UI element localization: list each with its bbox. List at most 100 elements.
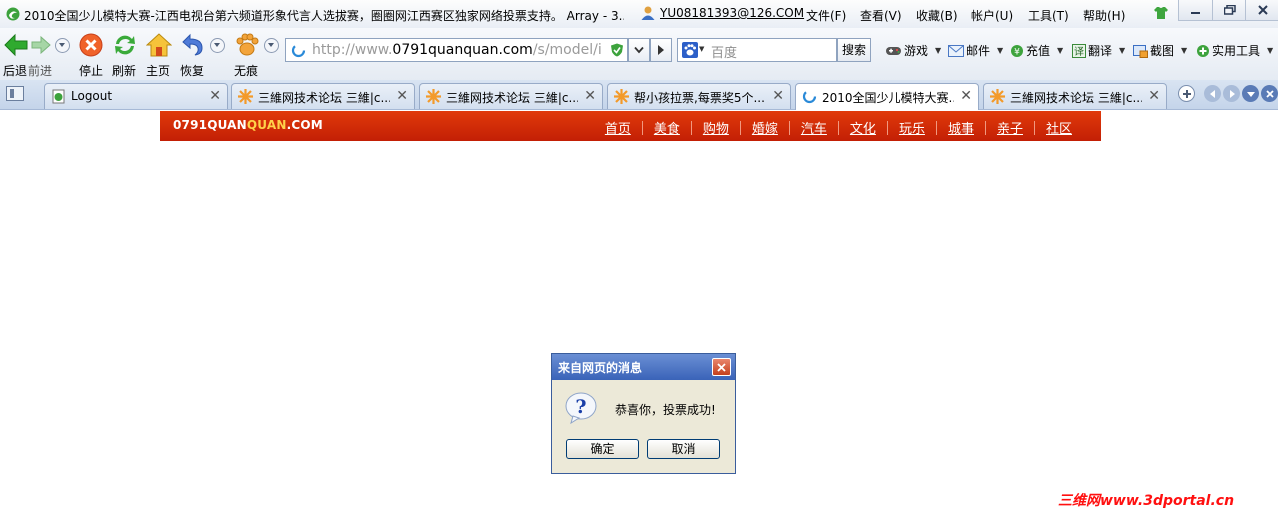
tab-label: 三維网技术论坛 三維|c... bbox=[258, 91, 390, 105]
forward-button[interactable]: 前进 bbox=[28, 32, 52, 78]
translate-menu[interactable]: 译 翻译 ▼ bbox=[1072, 42, 1125, 59]
new-tab-button[interactable] bbox=[1178, 85, 1195, 102]
url-text[interactable]: http://www.0791quanquan.com/s/model/inde… bbox=[312, 42, 602, 58]
nav-wedding[interactable]: 婚嫁 bbox=[741, 118, 789, 137]
screenshot-menu[interactable]: 截图 ▼ bbox=[1133, 42, 1187, 59]
site-logo[interactable]: 0791QUANQUAN.COM bbox=[173, 118, 323, 132]
nav-fun[interactable]: 玩乐 bbox=[888, 118, 936, 137]
forum-favicon-icon bbox=[238, 89, 253, 104]
restore-dropdown[interactable] bbox=[210, 38, 225, 53]
baidu-paw-icon[interactable] bbox=[682, 42, 698, 58]
tab-forum-1[interactable]: 三維网技术论坛 三維|c... ✕ bbox=[231, 83, 415, 109]
chevron-down-icon bbox=[1246, 91, 1255, 97]
chevron-right-icon bbox=[1229, 89, 1235, 98]
user-account-link[interactable]: YU08181393@126.COM bbox=[660, 6, 804, 20]
mail-icon bbox=[948, 44, 964, 57]
coin-icon: ¥ bbox=[1011, 44, 1023, 57]
dialog-close-button[interactable] bbox=[712, 358, 731, 376]
menu-account[interactable]: 帐户(U) bbox=[971, 7, 1013, 24]
skin-shirt-icon[interactable] bbox=[1153, 6, 1169, 20]
incognito-label: 无痕 bbox=[234, 64, 259, 78]
restore-label: 恢复 bbox=[180, 64, 205, 78]
refresh-button[interactable]: 刷新 bbox=[112, 32, 138, 78]
tab-close-icon[interactable]: ✕ bbox=[960, 88, 972, 104]
nav-home[interactable]: 首页 bbox=[594, 118, 642, 137]
restore-button[interactable] bbox=[1212, 0, 1247, 21]
restore-tab-button[interactable]: 恢复 bbox=[180, 32, 206, 78]
minimize-icon bbox=[1190, 12, 1200, 14]
scroll-tabs-left-button[interactable] bbox=[1204, 85, 1221, 102]
forum-favicon-icon bbox=[614, 89, 629, 104]
title-bar: 2010全国少儿模特大赛-江西电视台第六频道形象代言人选拔赛，圈圈网江西赛区独家… bbox=[0, 0, 1278, 29]
refresh-icon bbox=[115, 35, 135, 55]
utilities-menu[interactable]: 实用工具 ▼ bbox=[1196, 42, 1273, 59]
history-dropdown[interactable] bbox=[55, 38, 70, 53]
security-shield-icon[interactable] bbox=[610, 43, 624, 57]
svg-text:¥: ¥ bbox=[1014, 47, 1020, 57]
play-arrow-icon bbox=[658, 45, 664, 55]
search-button[interactable]: 搜索 bbox=[837, 38, 871, 62]
nav-city[interactable]: 城事 bbox=[937, 118, 985, 137]
tab-close-icon[interactable]: ✕ bbox=[209, 88, 221, 104]
games-menu[interactable]: 游戏 ▼ bbox=[885, 42, 941, 59]
nav-cars[interactable]: 汽车 bbox=[790, 118, 838, 137]
scroll-tabs-right-button[interactable] bbox=[1223, 85, 1240, 102]
tab-close-icon[interactable]: ✕ bbox=[396, 88, 408, 104]
engine-caret-icon[interactable]: ▼ bbox=[699, 45, 704, 53]
menu-help[interactable]: 帮助(H) bbox=[1083, 7, 1125, 24]
close-icon bbox=[717, 362, 726, 372]
tab-close-icon[interactable]: ✕ bbox=[584, 88, 596, 104]
menu-favorites[interactable]: 收藏(B) bbox=[916, 7, 958, 24]
home-icon bbox=[145, 33, 173, 57]
nav-community[interactable]: 社区 bbox=[1035, 118, 1083, 137]
incognito-button[interactable]: 无痕 bbox=[234, 32, 260, 78]
tab-vote-help[interactable]: 帮小孩拉票,每票奖5个... ✕ bbox=[607, 83, 791, 109]
close-tab-button[interactable] bbox=[1261, 85, 1278, 102]
incognito-dropdown[interactable] bbox=[264, 38, 279, 53]
tab-logout[interactable]: Logout ✕ bbox=[44, 83, 228, 109]
go-button[interactable] bbox=[650, 38, 672, 62]
cancel-button[interactable]: 取消 bbox=[647, 439, 720, 459]
url-history-dropdown[interactable] bbox=[628, 38, 650, 62]
menu-file[interactable]: 文件(F) bbox=[806, 7, 846, 24]
tab-list-button[interactable] bbox=[1242, 85, 1259, 102]
stop-button[interactable]: 停止 bbox=[78, 32, 104, 78]
watermark: 三维网www.3dportal.cn bbox=[1058, 493, 1235, 509]
tab-close-icon[interactable]: ✕ bbox=[1148, 88, 1160, 104]
menu-view[interactable]: 查看(V) bbox=[860, 7, 902, 24]
caret-down-icon: ▼ bbox=[1119, 46, 1126, 55]
nav-culture[interactable]: 文化 bbox=[839, 118, 887, 137]
tab-label: 帮小孩拉票,每票奖5个... bbox=[634, 91, 765, 105]
logo-part-1: 0791QUAN bbox=[173, 118, 247, 132]
back-button[interactable]: 后退 bbox=[3, 32, 29, 78]
close-window-button[interactable] bbox=[1245, 0, 1278, 21]
tab-close-icon[interactable]: ✕ bbox=[772, 88, 784, 104]
recharge-menu[interactable]: ¥ 充值 ▼ bbox=[1010, 42, 1063, 59]
mail-menu[interactable]: 邮件 ▼ bbox=[948, 42, 1003, 59]
paw-icon bbox=[236, 33, 259, 56]
forum-favicon-icon bbox=[990, 89, 1005, 104]
alert-dialog: 来自网页的消息 ? 恭喜你，投票成功! 确定 取消 bbox=[551, 353, 736, 474]
address-bar[interactable]: http://www.0791quanquan.com/s/model/inde… bbox=[285, 38, 628, 62]
site-header: 0791QUANQUAN.COM 首页 美食 购物 婚嫁 汽车 文化 玩乐 城事… bbox=[160, 111, 1101, 141]
minimize-button[interactable] bbox=[1178, 0, 1213, 21]
page-icon bbox=[52, 89, 65, 104]
tab-forum-3[interactable]: 三維网技术论坛 三維|c... ✕ bbox=[983, 83, 1167, 109]
search-input[interactable]: ▼ 百度 bbox=[677, 38, 837, 62]
dialog-title-bar[interactable]: 来自网页的消息 bbox=[552, 354, 735, 380]
caret-down-icon: ▼ bbox=[1181, 46, 1188, 55]
logo-part-3: .COM bbox=[286, 118, 323, 132]
sidebar-toggle-button[interactable] bbox=[6, 86, 24, 101]
tab-forum-2[interactable]: 三維网技术论坛 三維|c... ✕ bbox=[419, 83, 603, 109]
nav-shopping[interactable]: 购物 bbox=[692, 118, 740, 137]
refresh-label: 刷新 bbox=[112, 64, 137, 78]
nav-parenting[interactable]: 亲子 bbox=[986, 118, 1034, 137]
restore-window-icon bbox=[1223, 5, 1236, 15]
page-scrollbar[interactable] bbox=[1265, 111, 1278, 513]
nav-food[interactable]: 美食 bbox=[643, 118, 691, 137]
ok-button[interactable]: 确定 bbox=[566, 439, 639, 459]
menu-tools[interactable]: 工具(T) bbox=[1028, 7, 1069, 24]
tab-model-contest[interactable]: 2010全国少儿模特大赛... ✕ bbox=[795, 83, 979, 110]
stop-label: 停止 bbox=[79, 64, 104, 78]
home-button[interactable]: 主页 bbox=[145, 32, 173, 78]
